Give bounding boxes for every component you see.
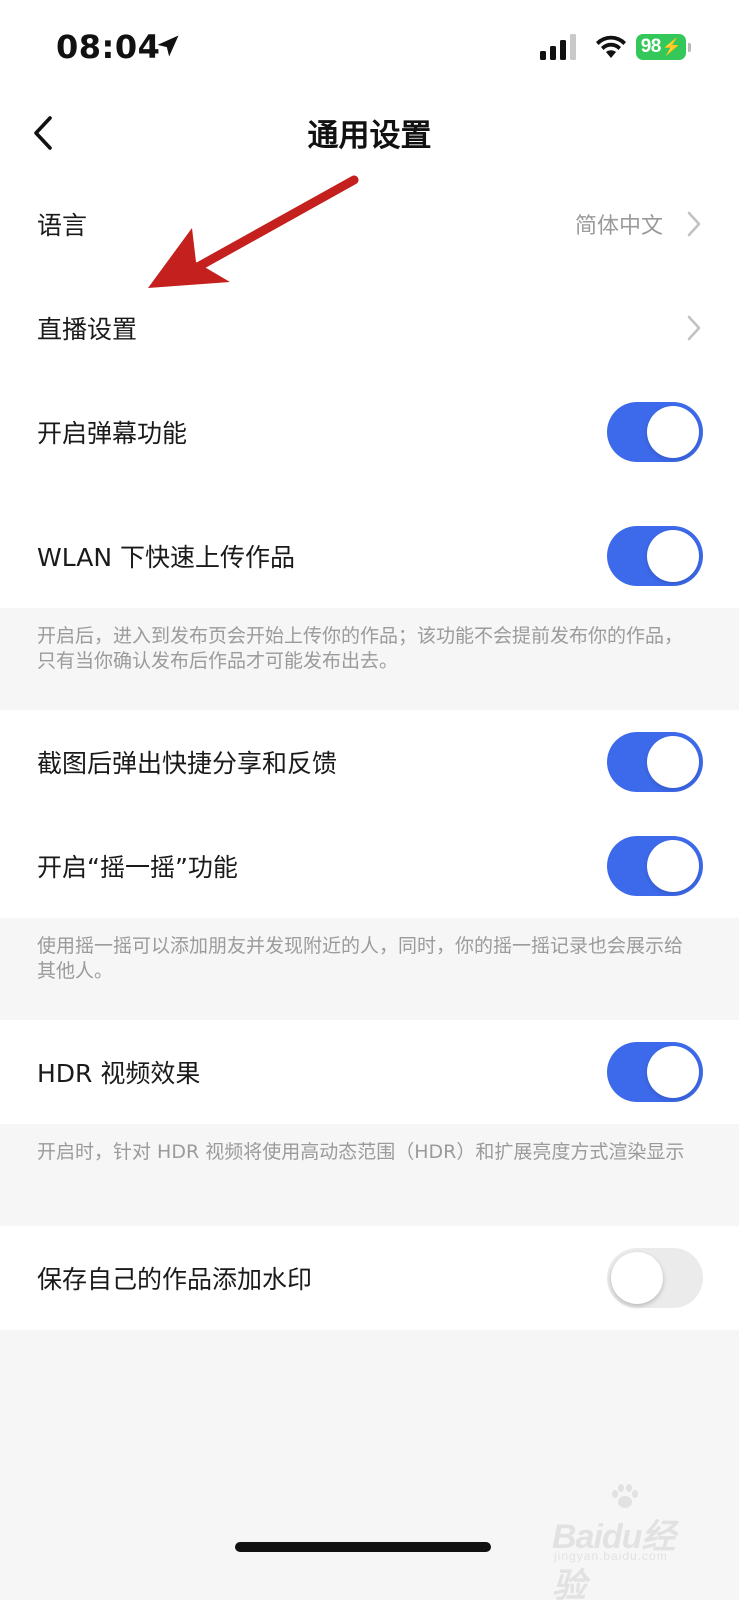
paw-icon: [612, 1484, 638, 1508]
battery-cap: [688, 43, 691, 52]
screenshot-share-label: 截图后弹出快捷分享和反馈: [37, 749, 338, 778]
charging-bolt-icon: ⚡: [661, 39, 682, 56]
shake-note-text: 使用摇一摇可以添加朋友并发现附近的人，同时，你的摇一摇记录也会展示给其他人。: [37, 935, 684, 982]
live-settings-label: 直播设置: [37, 315, 138, 344]
hdr-row: HDR 视频效果: [0, 1020, 739, 1124]
watermark-save-row: 保存自己的作品添加水印: [0, 1226, 739, 1330]
wlan-upload-toggle[interactable]: [607, 526, 703, 586]
wlan-upload-row: WLAN 下快速上传作品: [0, 504, 739, 608]
hdr-note-text: 开启时，针对 HDR 视频将使用高动态范围（HDR）和扩展亮度方式渲染显示: [37, 1141, 685, 1163]
toggle-knob: [647, 840, 699, 892]
toggle-knob: [647, 1046, 699, 1098]
danmaku-label: 开启弹幕功能: [37, 419, 188, 448]
wifi-icon: [596, 35, 626, 58]
page-title: 通用设置: [307, 118, 432, 154]
status-bar: 08:04 98 ⚡: [0, 0, 739, 96]
home-indicator[interactable]: [235, 1542, 491, 1552]
screenshot-share-row: 截图后弹出快捷分享和反馈: [0, 710, 739, 814]
live-settings-row[interactable]: 直播设置: [0, 276, 739, 380]
toggle-knob: [647, 406, 699, 458]
shake-label: 开启“摇一摇”功能: [37, 853, 238, 882]
toggle-knob: [647, 736, 699, 788]
wlan-upload-note: 开启后，进入到发布页会开始上传你的作品；该功能不会提前发布你的作品，只有当你确认…: [0, 608, 739, 710]
baidu-watermark: Baidu经验 jingyan.baidu.com: [552, 1484, 702, 1605]
shake-row: 开启“摇一摇”功能: [0, 814, 739, 918]
language-value: 简体中文: [574, 214, 663, 239]
chevron-right-icon: [687, 315, 701, 341]
watermark-url: jingyan.baidu.com: [554, 1549, 668, 1563]
language-label: 语言: [37, 211, 88, 240]
watermark-save-label: 保存自己的作品添加水印: [37, 1265, 313, 1294]
status-time: 08:04: [56, 28, 161, 66]
chevron-right-icon: [687, 211, 701, 237]
toggle-knob: [611, 1252, 663, 1304]
screenshot-share-toggle[interactable]: [607, 732, 703, 792]
cellular-signal-icon: [540, 34, 576, 60]
language-row[interactable]: 语言 简体中文: [0, 172, 739, 276]
location-arrow-icon: [157, 35, 179, 57]
watermark-save-toggle[interactable]: [607, 1248, 703, 1308]
toggle-knob: [647, 530, 699, 582]
shake-toggle[interactable]: [607, 836, 703, 896]
hdr-note: 开启时，针对 HDR 视频将使用高动态范围（HDR）和扩展亮度方式渲染显示: [0, 1124, 739, 1226]
danmaku-row: 开启弹幕功能: [0, 380, 739, 484]
wlan-upload-label: WLAN 下快速上传作品: [37, 543, 295, 572]
hdr-label: HDR 视频效果: [37, 1059, 201, 1088]
hdr-toggle[interactable]: [607, 1042, 703, 1102]
battery-charging-icon: 98 ⚡: [636, 34, 686, 60]
danmaku-toggle[interactable]: [607, 402, 703, 462]
shake-note: 使用摇一摇可以添加朋友并发现附近的人，同时，你的摇一摇记录也会展示给其他人。: [0, 918, 739, 1020]
battery-level: 98: [640, 36, 662, 57]
wlan-upload-note-text: 开启后，进入到发布页会开始上传你的作品；该功能不会提前发布你的作品，只有当你确认…: [37, 625, 684, 672]
nav-bar: 通用设置: [0, 96, 739, 173]
